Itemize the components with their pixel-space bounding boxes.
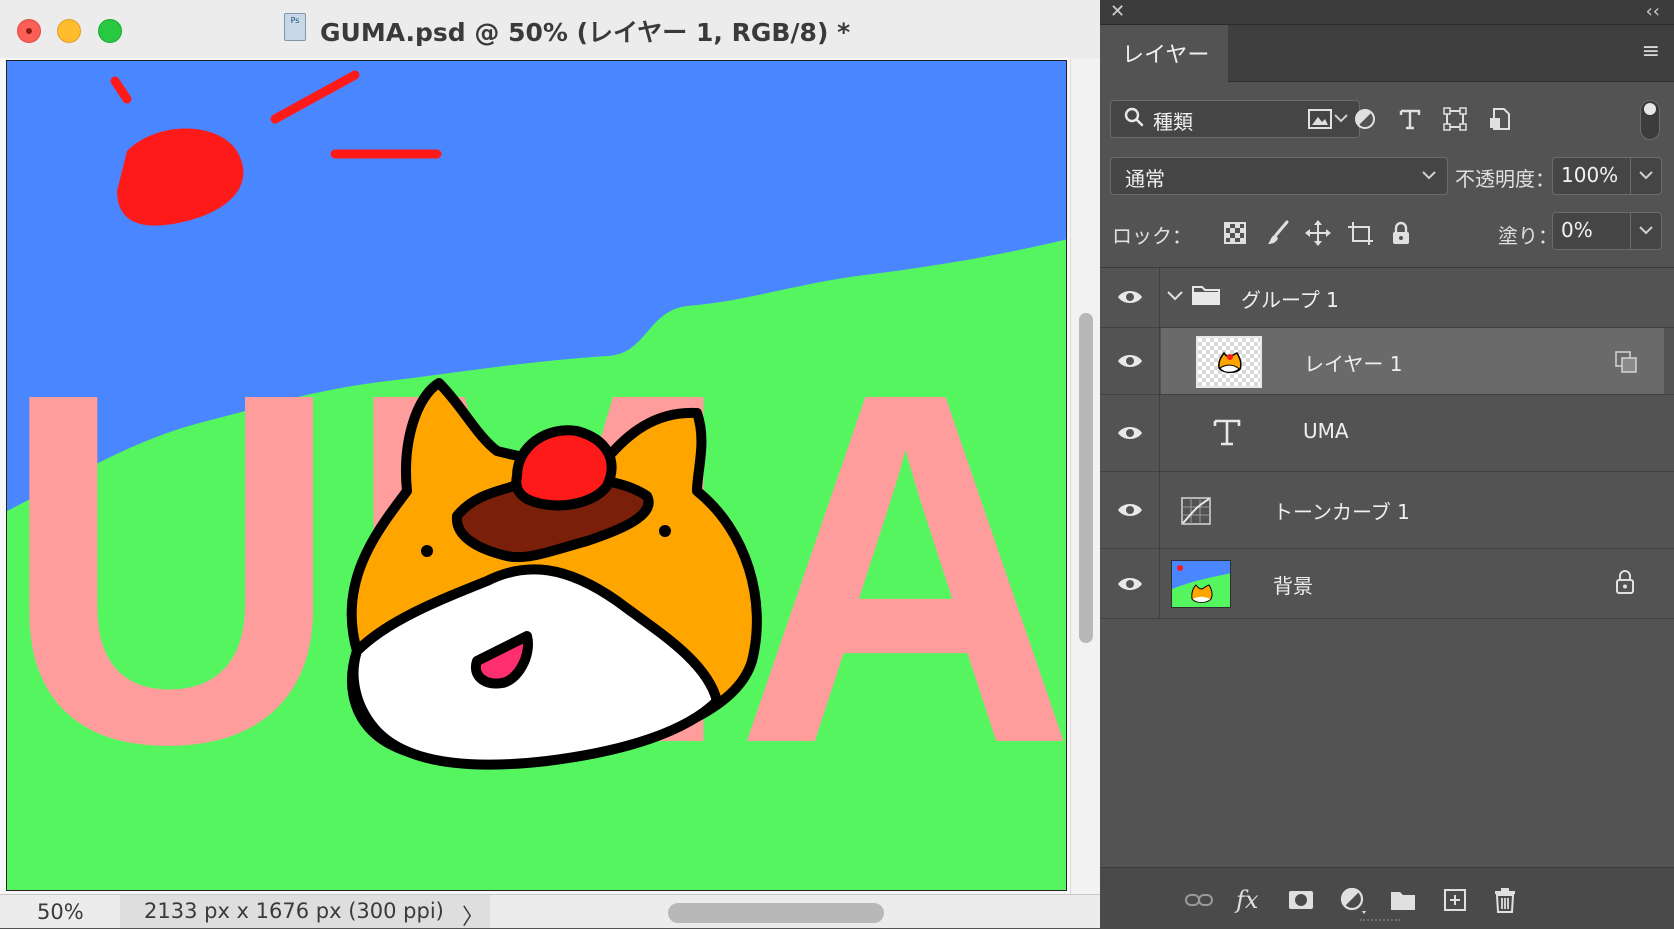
shape-filter-icon[interactable] — [1440, 104, 1470, 134]
file-badge-text: Ps — [290, 16, 300, 25]
layers-panel-footer: fx — [1100, 867, 1674, 929]
lock-artboard-icon[interactable] — [1345, 218, 1375, 248]
new-adjustment-icon[interactable] — [1338, 885, 1368, 915]
eye-icon[interactable] — [1116, 351, 1144, 371]
visibility-toggle[interactable] — [1100, 395, 1160, 471]
image-filter-icon[interactable] — [1305, 104, 1335, 134]
layer-row-body[interactable]: UMA — [1161, 395, 1664, 471]
new-layer-icon[interactable] — [1440, 885, 1470, 915]
lock-image-pixels-icon[interactable] — [1263, 218, 1293, 248]
chevron-down-icon — [1333, 105, 1349, 136]
fill-label: 塗り： — [1498, 224, 1558, 248]
visibility-toggle[interactable] — [1100, 328, 1160, 394]
lock-all-icon[interactable] — [1386, 218, 1416, 248]
layer-name[interactable]: トーンカーブ 1 — [1273, 496, 1410, 525]
folder-icon — [1192, 286, 1220, 305]
layer-row-uma[interactable]: UMA — [1100, 395, 1674, 472]
panel-resize-grip[interactable] — [1360, 919, 1400, 927]
search-icon — [1123, 106, 1145, 133]
new-group-icon[interactable] — [1388, 885, 1418, 915]
lock-transparent-pixels-icon[interactable] — [1220, 218, 1250, 248]
chevron-down-icon — [1421, 162, 1437, 193]
visibility-toggle[interactable] — [1100, 268, 1160, 327]
background-thumbnail — [1171, 560, 1231, 608]
type-layer-icon — [1213, 419, 1241, 446]
horizontal-scroll-thumb[interactable] — [668, 903, 884, 923]
fx-icon[interactable]: fx — [1236, 885, 1266, 915]
window-close-button[interactable] — [17, 19, 41, 43]
opacity-field[interactable]: 100% — [1552, 157, 1662, 195]
filter-kind-label: 種類 — [1153, 110, 1193, 134]
layer-row-body[interactable]: トーンカーブ 1 — [1161, 472, 1664, 548]
filter-toggle-switch[interactable] — [1640, 100, 1660, 140]
layer-row-group[interactable]: グループ 1 — [1100, 268, 1674, 328]
dog-eye-right — [659, 525, 671, 537]
add-mask-icon[interactable] — [1286, 885, 1316, 915]
panel-close-icon[interactable]: ✕ — [1110, 1, 1125, 22]
layer-name[interactable]: 背景 — [1273, 570, 1313, 599]
vertical-scrollbar[interactable] — [1070, 58, 1100, 894]
clipping-mask-icon — [1615, 351, 1637, 373]
eye-icon[interactable] — [1116, 500, 1144, 520]
adjustment-filter-icon[interactable] — [1350, 104, 1380, 134]
curves-adjustment-icon — [1181, 497, 1211, 525]
window-minimize-button[interactable] — [57, 19, 81, 43]
opacity-value[interactable]: 100% — [1561, 163, 1618, 187]
canvas-area[interactable]: UMA — [0, 58, 1070, 894]
layer-row-curves[interactable]: トーンカーブ 1 — [1100, 472, 1674, 549]
fill-slider-chevron-icon[interactable] — [1630, 213, 1661, 249]
layer-row-body[interactable]: レイヤー 1 — [1161, 328, 1664, 394]
panel-tab-bar: レイヤー ≡ — [1100, 25, 1674, 82]
layers-panel: ✕ ‹‹ レイヤー ≡ 種類 通常 不透明度： 100% ロック： 塗り： 0%… — [1100, 0, 1674, 929]
layer-name[interactable]: レイヤー 1 — [1304, 348, 1402, 377]
zoom-level-field[interactable]: 50% — [37, 900, 84, 924]
layer-row-layer1[interactable]: レイヤー 1 — [1100, 328, 1674, 395]
panel-collapse-icon[interactable]: ‹‹ — [1646, 1, 1660, 22]
blend-mode-value: 通常 — [1125, 167, 1165, 191]
layer-row-background[interactable]: 背景 — [1100, 549, 1674, 619]
layer-name[interactable]: グループ 1 — [1241, 284, 1339, 313]
fill-field[interactable]: 0% — [1552, 212, 1662, 250]
document-window: Ps GUMA.psd @ 50% (レイヤー 1, RGB/8) * UMA — [0, 0, 1100, 928]
fill-value[interactable]: 0% — [1561, 218, 1593, 242]
artwork-canvas[interactable]: UMA — [6, 60, 1067, 891]
lock-icon[interactable] — [1614, 569, 1636, 595]
title-bar[interactable]: Ps GUMA.psd @ 50% (レイヤー 1, RGB/8) * — [0, 0, 1100, 59]
document-title: GUMA.psd @ 50% (レイヤー 1, RGB/8) * — [320, 18, 851, 47]
document-info: 2133 px x 1676 px (300 ppi) — [120, 895, 490, 928]
layer-row-body[interactable]: グループ 1 — [1161, 268, 1664, 327]
status-bar: 50% 2133 px x 1676 px (300 ppi) 〉 — [0, 894, 1100, 928]
chevron-down-icon[interactable] — [1165, 288, 1185, 304]
layer-thumbnail — [1196, 336, 1262, 388]
layers-list: グループ 1 レイヤー 1 UMA トーンカーブ 1 背景 — [1100, 267, 1674, 868]
opacity-label: 不透明度： — [1455, 167, 1555, 191]
link-layers-icon[interactable] — [1184, 885, 1214, 915]
blend-mode-dropdown[interactable]: 通常 — [1110, 157, 1448, 195]
type-filter-icon[interactable] — [1395, 104, 1425, 134]
dog-drawing — [346, 378, 762, 770]
psd-file-icon: Ps — [284, 13, 306, 41]
delete-layer-icon[interactable] — [1490, 885, 1520, 915]
smart-object-filter-icon[interactable] — [1485, 104, 1515, 134]
eye-icon[interactable] — [1116, 287, 1144, 307]
lock-position-icon[interactable] — [1303, 218, 1333, 248]
tab-layers[interactable]: レイヤー — [1100, 25, 1228, 82]
layer-row-body[interactable]: 背景 — [1161, 549, 1664, 618]
panel-header-strip: ✕ ‹‹ — [1100, 0, 1674, 25]
dog-eye-left — [421, 545, 433, 557]
lock-label: ロック： — [1112, 224, 1192, 248]
eye-icon[interactable] — [1116, 574, 1144, 594]
window-zoom-button[interactable] — [98, 19, 122, 43]
vertical-scroll-thumb[interactable] — [1079, 313, 1093, 643]
visibility-toggle[interactable] — [1100, 472, 1160, 548]
layer-name[interactable]: UMA — [1303, 419, 1349, 443]
artwork-drawing: UMA — [7, 61, 1066, 890]
status-menu-arrow-icon[interactable]: 〉 — [462, 899, 484, 928]
visibility-toggle[interactable] — [1100, 549, 1160, 618]
eye-icon[interactable] — [1116, 423, 1144, 443]
opacity-slider-chevron-icon[interactable] — [1630, 158, 1661, 194]
panel-menu-icon[interactable]: ≡ — [1642, 39, 1660, 64]
